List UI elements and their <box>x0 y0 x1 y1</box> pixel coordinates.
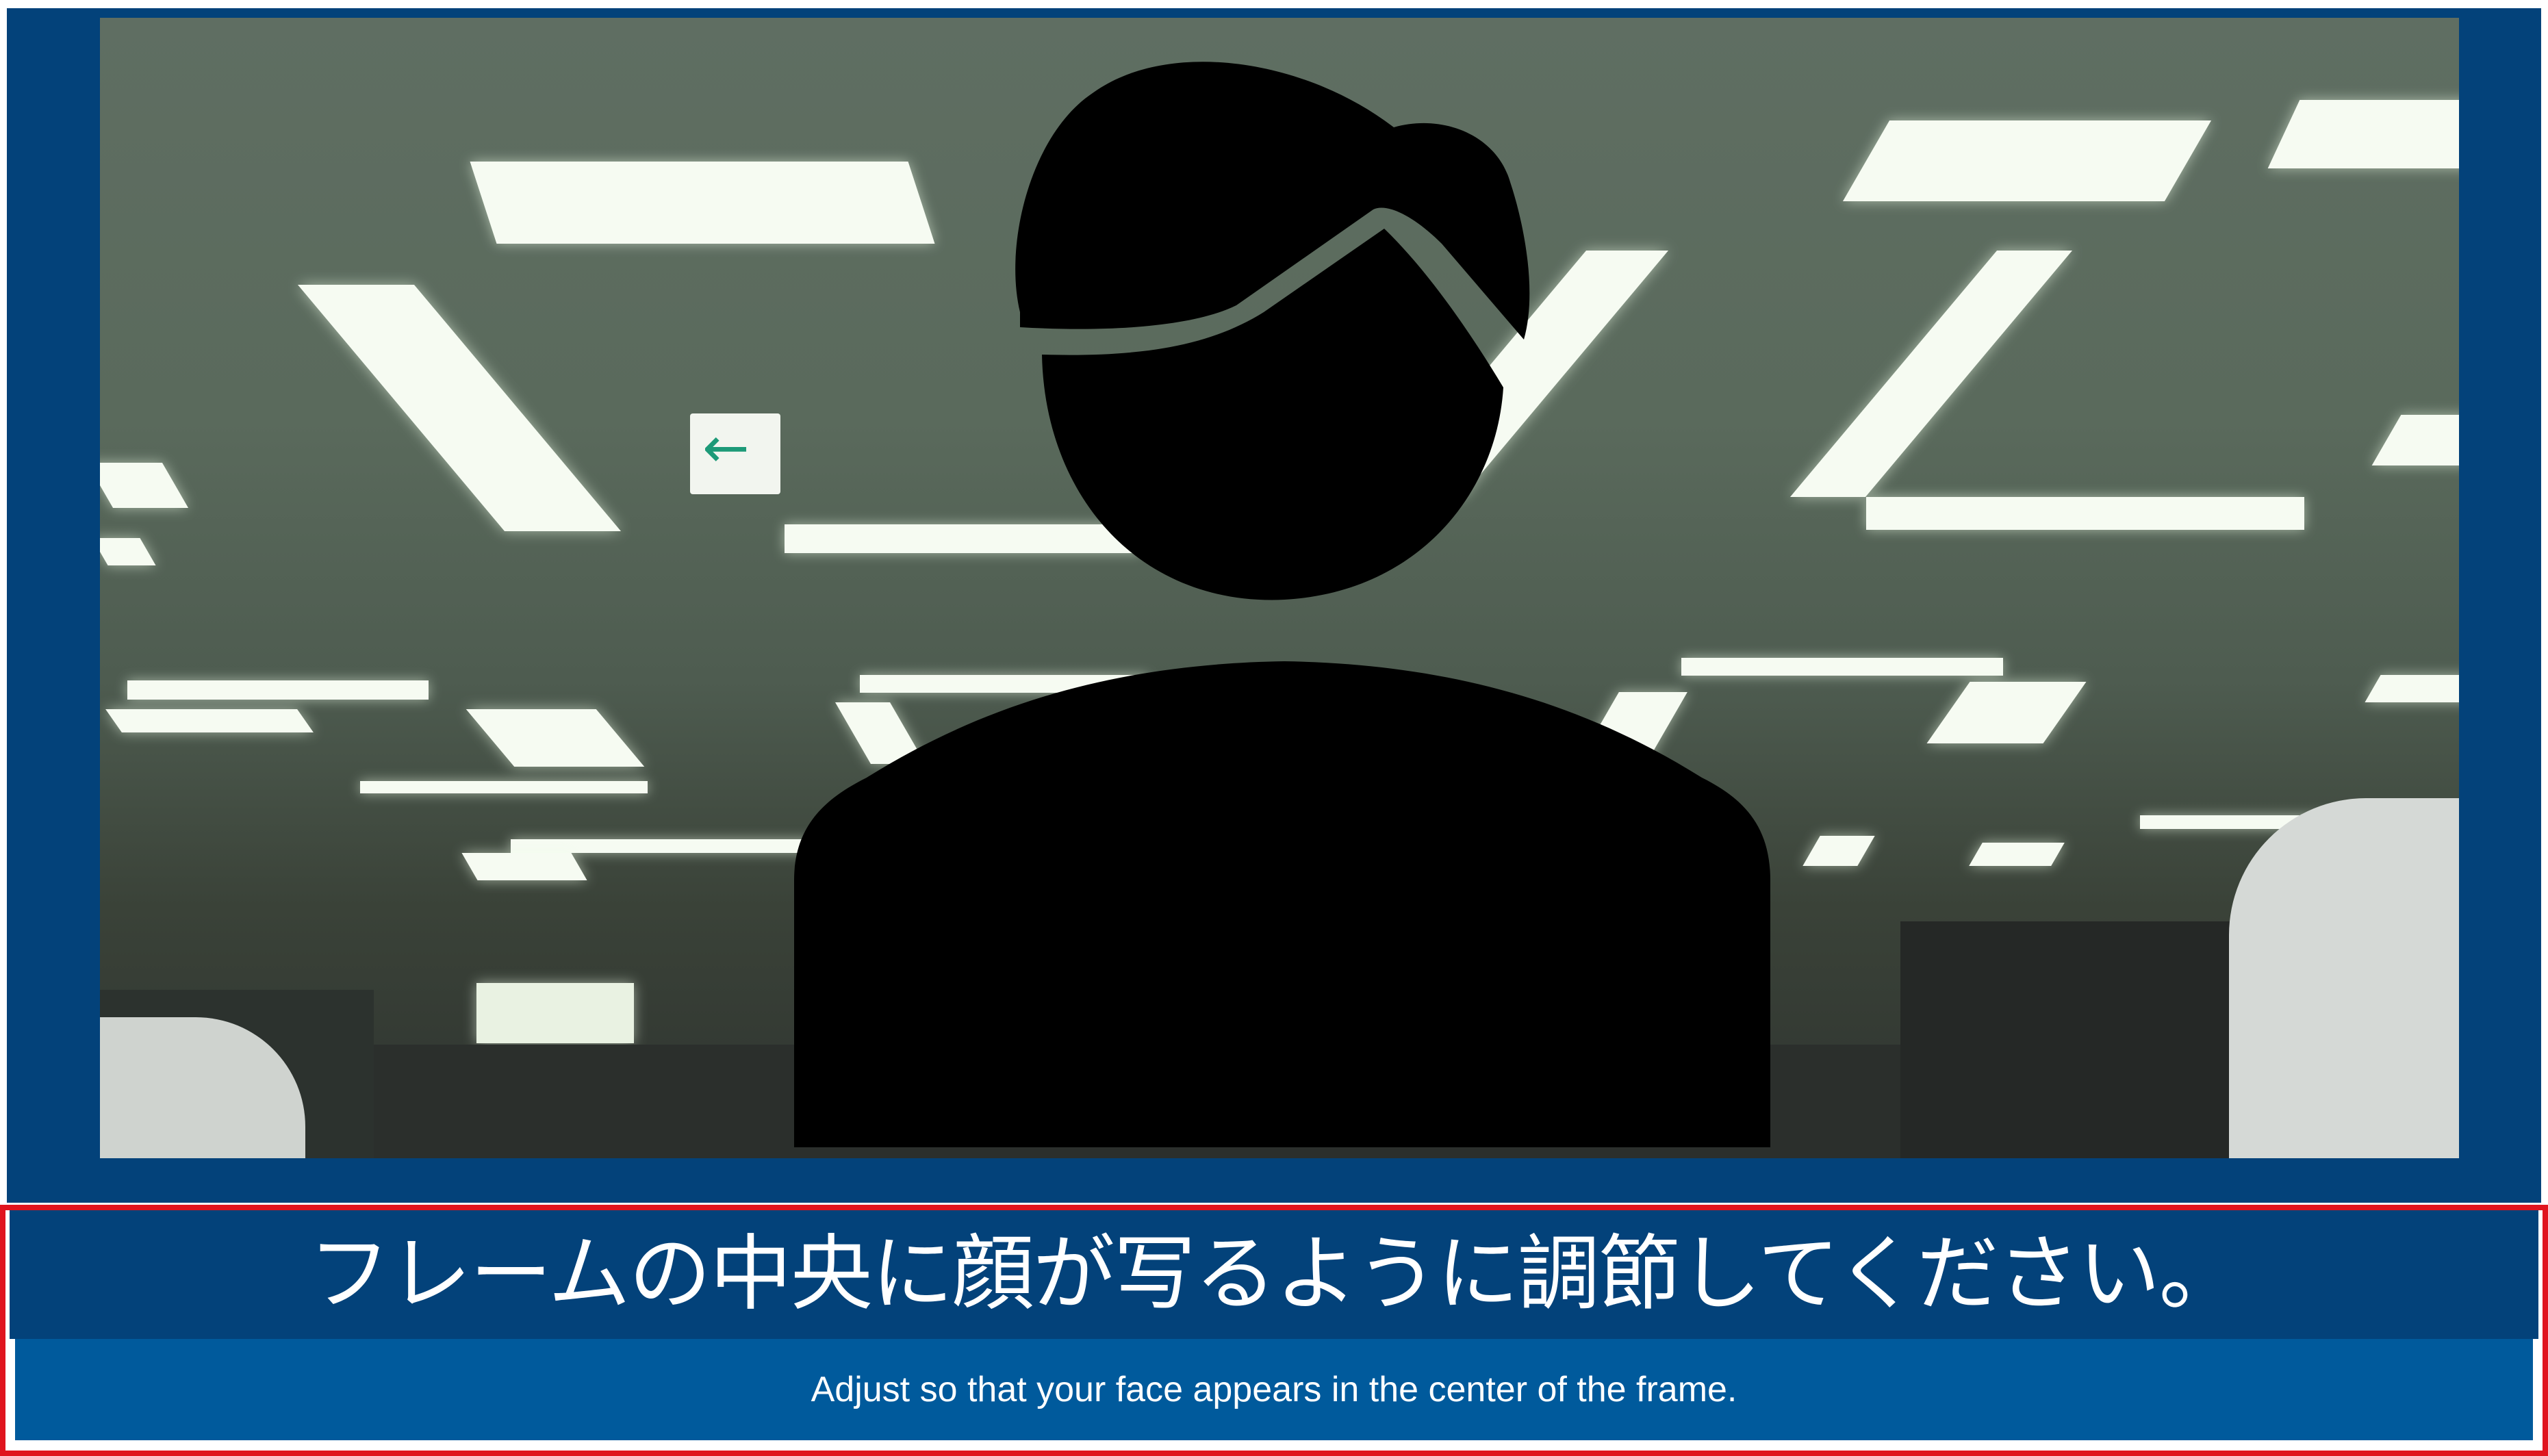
instruction-japanese: フレームの中央に顔が写るように調節してください。 <box>10 1210 2538 1339</box>
face-capture-screen: ← フレームの中央に顔が写るように調節してください。 Adjust so tha… <box>0 0 2548 1456</box>
camera-preview: ← <box>100 18 2459 1158</box>
instruction-panel: フレームの中央に顔が写るように調節してください。 Adjust so that … <box>0 1205 2548 1456</box>
camera-panel: ← <box>7 8 2541 1203</box>
person-silhouette-icon <box>794 62 1770 1147</box>
instruction-english: Adjust so that your face appears in the … <box>15 1339 2533 1440</box>
